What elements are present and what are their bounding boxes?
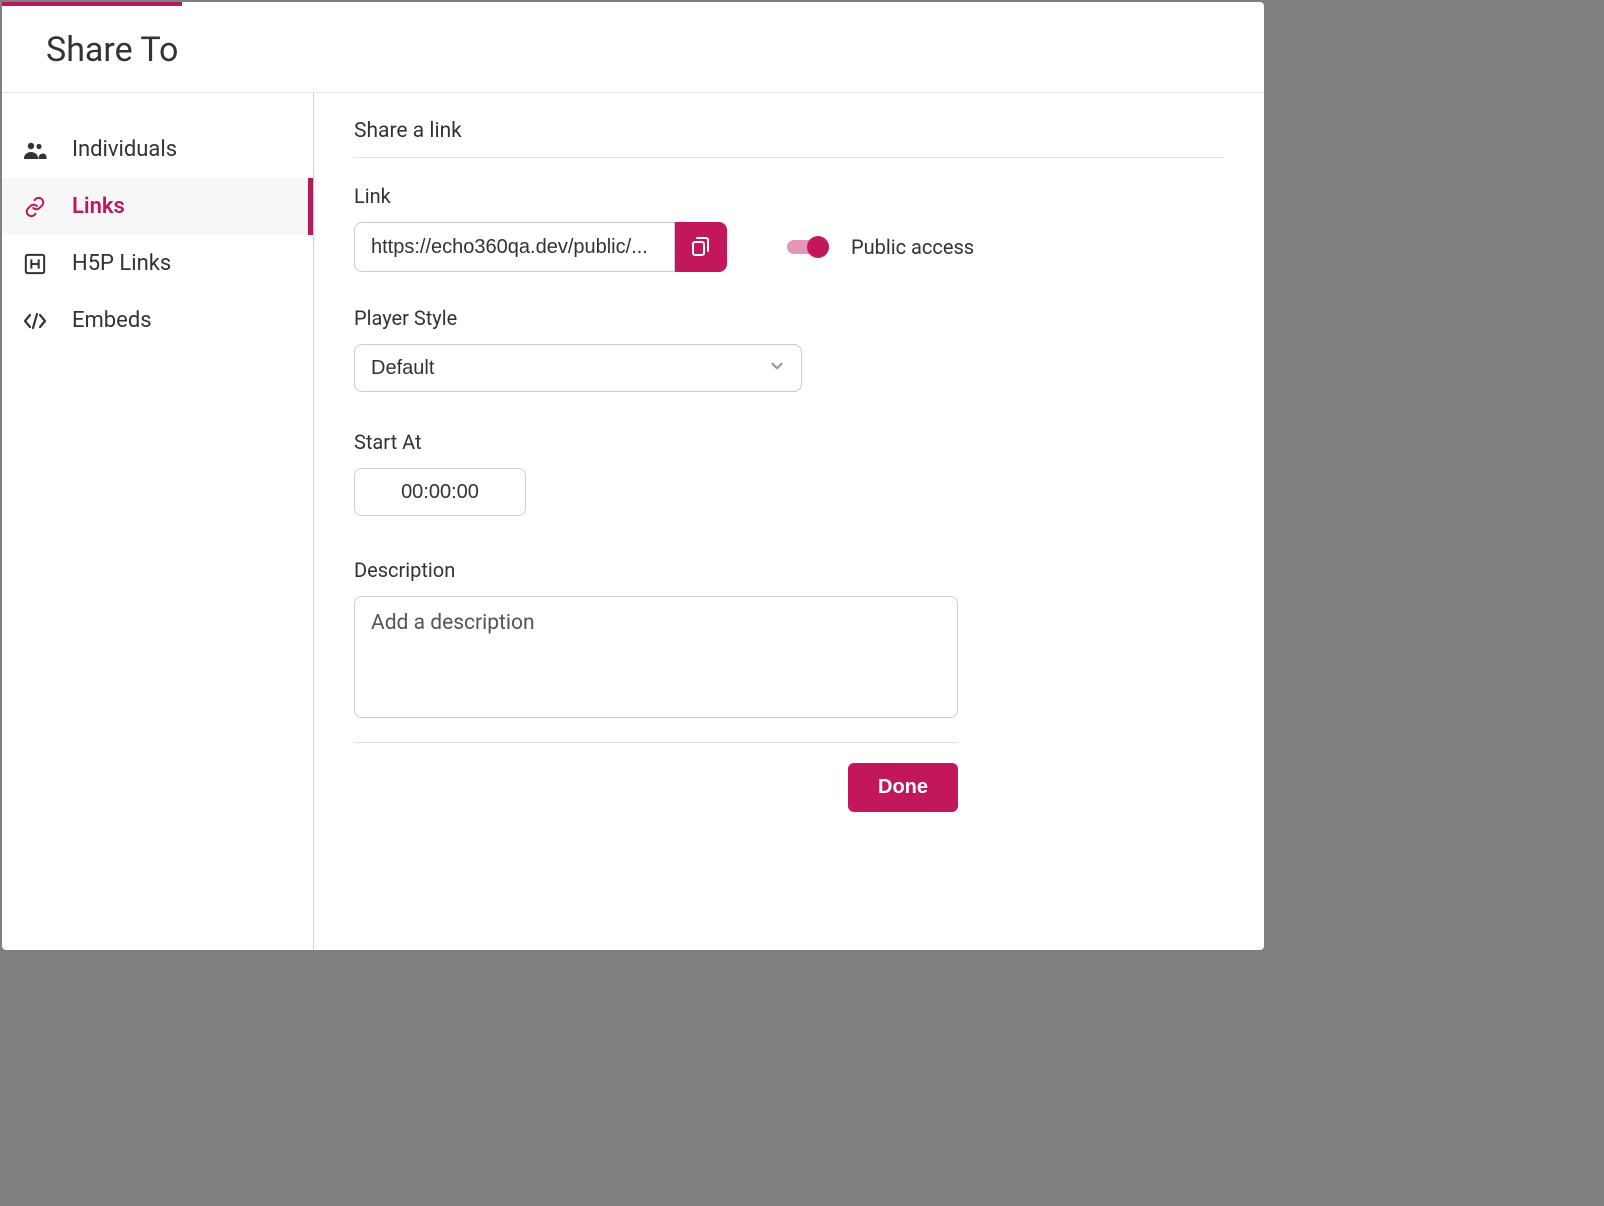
embeds-icon bbox=[22, 312, 48, 330]
sidebar-item-individuals[interactable]: Individuals bbox=[2, 121, 313, 178]
footer-divider bbox=[354, 742, 958, 743]
copy-link-button[interactable] bbox=[675, 222, 727, 272]
h5p-icon bbox=[22, 253, 48, 275]
section-title: Share a link bbox=[354, 119, 1224, 158]
done-button[interactable]: Done bbox=[848, 763, 958, 812]
public-access-label: Public access bbox=[851, 235, 974, 259]
top-accent-bar bbox=[2, 2, 182, 6]
individuals-icon bbox=[22, 141, 48, 159]
sidebar-item-label: Links bbox=[72, 194, 125, 219]
player-style-select-wrap: Default bbox=[354, 344, 802, 392]
link-row: Public access bbox=[354, 222, 1224, 272]
player-style-label: Player Style bbox=[354, 306, 1224, 330]
start-at-input[interactable] bbox=[354, 468, 526, 516]
sidebar: Individuals Links H5P bbox=[2, 93, 314, 950]
sidebar-item-label: Embeds bbox=[72, 308, 152, 333]
share-modal: Share To Individuals bbox=[2, 2, 1264, 950]
link-label: Link bbox=[354, 184, 1224, 208]
copy-icon bbox=[689, 234, 713, 261]
start-at-label: Start At bbox=[354, 430, 1224, 454]
description-label: Description bbox=[354, 558, 1224, 582]
modal-title: Share To bbox=[46, 30, 1220, 70]
sidebar-item-h5p-links[interactable]: H5P Links bbox=[2, 235, 313, 292]
sidebar-item-label: Individuals bbox=[72, 137, 177, 162]
player-style-select[interactable]: Default bbox=[354, 344, 802, 392]
modal-body: Individuals Links H5P bbox=[2, 93, 1264, 950]
link-input[interactable] bbox=[354, 222, 675, 272]
content-panel: Share a link Link bbox=[314, 93, 1264, 950]
toggle-knob bbox=[807, 236, 829, 258]
sidebar-item-links[interactable]: Links bbox=[2, 178, 313, 235]
sidebar-item-embeds[interactable]: Embeds bbox=[2, 292, 313, 349]
links-icon bbox=[22, 196, 48, 218]
public-access-toggle-group: Public access bbox=[787, 235, 974, 259]
link-input-group bbox=[354, 222, 727, 272]
footer: Done bbox=[354, 763, 958, 812]
description-textarea[interactable] bbox=[354, 596, 958, 718]
sidebar-item-label: H5P Links bbox=[72, 251, 171, 276]
public-access-toggle[interactable] bbox=[787, 240, 825, 254]
modal-header: Share To bbox=[2, 2, 1264, 93]
